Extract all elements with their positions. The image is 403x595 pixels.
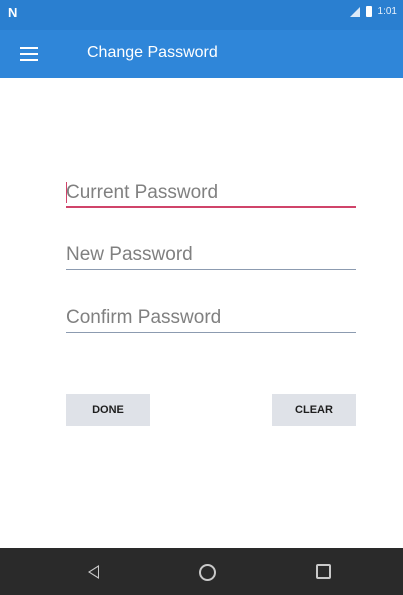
status-bar: N 1:01 (0, 0, 403, 30)
app-bar: Change Password (0, 30, 403, 78)
done-button[interactable]: DONE (66, 394, 150, 426)
back-icon[interactable] (88, 565, 99, 579)
clear-button[interactable]: CLEAR (272, 394, 356, 426)
home-icon[interactable] (199, 564, 216, 581)
confirm-password-input[interactable] (66, 303, 356, 331)
notification-icon: N (8, 5, 18, 20)
confirm-password-field[interactable]: Confirm Password (66, 303, 356, 333)
confirm-password-underline (66, 332, 356, 333)
recents-icon[interactable] (316, 564, 331, 579)
new-password-input[interactable] (66, 240, 356, 268)
new-password-field[interactable]: New Password (66, 240, 356, 270)
page-title: Change Password (87, 44, 218, 61)
current-password-input[interactable] (66, 178, 356, 206)
battery-icon (365, 6, 372, 17)
current-password-field[interactable]: Current Password (66, 178, 356, 208)
text-cursor (66, 182, 67, 203)
navigation-bar (0, 548, 403, 595)
status-time: 1:01 (377, 6, 397, 17)
signal-icon (349, 6, 360, 17)
hamburger-menu-icon[interactable] (20, 47, 38, 61)
current-password-underline (66, 206, 356, 208)
new-password-underline (66, 269, 356, 270)
